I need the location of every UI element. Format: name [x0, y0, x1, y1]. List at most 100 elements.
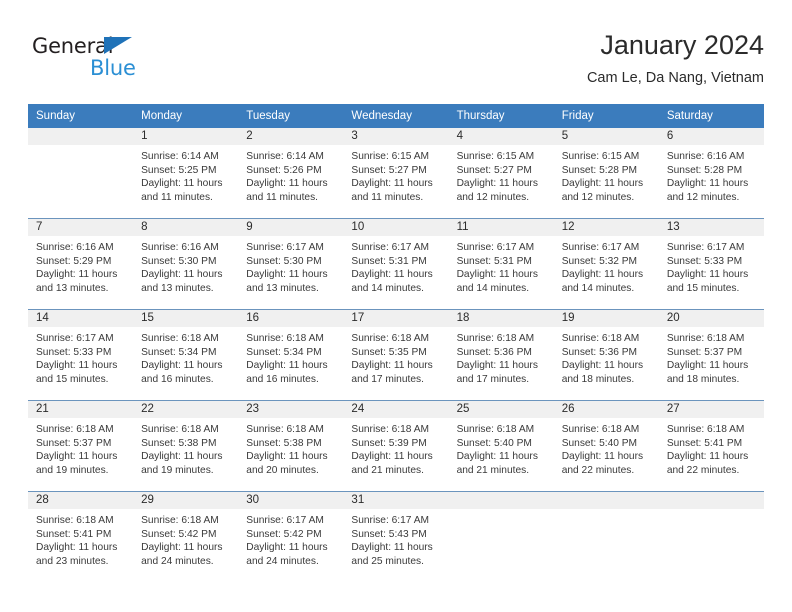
calendar-cell: 5 Sunrise: 6:15 AM Sunset: 5:28 PM Daylight…	[553, 128, 659, 219]
day-number: 1	[133, 128, 239, 145]
day-cell-13[interactable]: 13 Sunrise: 6:17 AM Sunset: 5:33 PM Dayligh…	[658, 219, 764, 309]
sunrise-text: Sunrise: 6:17 AM	[561, 242, 640, 253]
day-details: Sunrise: 6:18 AM Sunset: 5:40 PM Daylight:…	[554, 418, 659, 477]
day-details: Sunrise: 6:14 AM Sunset: 5:26 PM Daylight:…	[238, 145, 343, 204]
daylight-text-line2: and 14 minutes.	[456, 282, 530, 294]
sunrise-text: Sunrise: 6:16 AM	[36, 242, 114, 253]
day-cell-15[interactable]: 15 Sunrise: 6:18 AM Sunset: 5:34 PM Dayligh…	[133, 310, 239, 400]
day-number: 7	[28, 219, 134, 236]
day-details: Sunrise: 6:17 AM Sunset: 5:42 PM Daylight:…	[238, 509, 343, 568]
day-cell-30[interactable]: 30 Sunrise: 6:17 AM Sunset: 5:42 PM Dayligh…	[238, 492, 344, 582]
daylight-text-line2: and 15 minutes.	[36, 373, 109, 385]
daylight-text-line2: and 12 minutes.	[666, 191, 740, 203]
day-cell-22[interactable]: 22 Sunrise: 6:18 AM Sunset: 5:38 PM Dayligh…	[133, 401, 239, 491]
day-cell-18[interactable]: 18 Sunrise: 6:18 AM Sunset: 5:36 PM Dayligh…	[448, 310, 554, 400]
sunrise-text: Sunrise: 6:17 AM	[246, 242, 324, 253]
day-cell-7[interactable]: 7 Sunrise: 6:16 AM Sunset: 5:29 PM Daylight…	[28, 219, 134, 309]
day-cell-4[interactable]: 4 Sunrise: 6:15 AM Sunset: 5:27 PM Daylight…	[448, 128, 554, 218]
day-details: Sunrise: 6:18 AM Sunset: 5:38 PM Daylight:…	[238, 418, 343, 477]
calendar-cell: 11 Sunrise: 6:17 AM Sunset: 5:31 PM Dayligh…	[448, 218, 554, 310]
daylight-text-line2: and 18 minutes.	[561, 373, 635, 385]
day-number: 21	[28, 401, 134, 418]
day-cell-5[interactable]: 5 Sunrise: 6:15 AM Sunset: 5:28 PM Daylight…	[553, 128, 659, 218]
daylight-text-line2: and 21 minutes.	[456, 464, 530, 476]
day-cell-6[interactable]: 6 Sunrise: 6:16 AM Sunset: 5:28 PM Daylight…	[658, 128, 764, 218]
day-details	[449, 509, 554, 514]
day-cell-16[interactable]: 16 Sunrise: 6:18 AM Sunset: 5:34 PM Dayligh…	[238, 310, 344, 400]
daylight-text-line2: and 16 minutes.	[246, 373, 319, 385]
day-cell-19[interactable]: 19 Sunrise: 6:18 AM Sunset: 5:36 PM Dayligh…	[553, 310, 659, 400]
daylight-text-line1: Daylight: 11 hours	[351, 360, 433, 372]
sunset-text: Sunset: 5:42 PM	[246, 528, 322, 540]
day-details: Sunrise: 6:18 AM Sunset: 5:42 PM Daylight:…	[133, 509, 238, 568]
day-cell-29[interactable]: 29 Sunrise: 6:18 AM Sunset: 5:42 PM Dayligh…	[133, 492, 239, 582]
day-number	[553, 492, 659, 509]
day-cell-14[interactable]: 14 Sunrise: 6:17 AM Sunset: 5:33 PM Dayligh…	[28, 310, 134, 400]
daylight-text-line1: Daylight: 11 hours	[141, 451, 223, 463]
calendar-cell: 30 Sunrise: 6:17 AM Sunset: 5:42 PM Dayligh…	[238, 491, 344, 582]
calendar-cell: 27 Sunrise: 6:18 AM Sunset: 5:41 PM Dayligh…	[658, 400, 764, 492]
calendar-body: 1 Sunrise: 6:14 AM Sunset: 5:25 PM Daylight…	[28, 128, 764, 582]
day-number: 15	[133, 310, 239, 327]
day-cell-25[interactable]: 25 Sunrise: 6:18 AM Sunset: 5:40 PM Dayligh…	[448, 401, 554, 491]
daylight-text-line2: and 13 minutes.	[246, 282, 319, 294]
day-cell-21[interactable]: 21 Sunrise: 6:18 AM Sunset: 5:37 PM Dayligh…	[28, 401, 134, 491]
day-cell-8[interactable]: 8 Sunrise: 6:16 AM Sunset: 5:30 PM Daylight…	[133, 219, 239, 309]
sunset-text: Sunset: 5:41 PM	[666, 437, 743, 449]
daylight-text-line2: and 22 minutes.	[666, 464, 740, 476]
calendar-cell: 19 Sunrise: 6:18 AM Sunset: 5:36 PM Dayligh…	[553, 309, 659, 401]
daylight-text-line2: and 24 minutes.	[246, 555, 319, 567]
day-cell-17[interactable]: 17 Sunrise: 6:18 AM Sunset: 5:35 PM Dayligh…	[343, 310, 449, 400]
day-number: 10	[343, 219, 449, 236]
daylight-text-line1: Daylight: 11 hours	[561, 269, 644, 281]
page-title: January 2024	[600, 30, 764, 60]
day-cell-10[interactable]: 10 Sunrise: 6:17 AM Sunset: 5:31 PM Dayligh…	[343, 219, 449, 309]
daylight-text-line2: and 15 minutes.	[666, 282, 740, 294]
day-cell-11[interactable]: 11 Sunrise: 6:17 AM Sunset: 5:31 PM Dayligh…	[448, 219, 554, 309]
calendar-week-row: 7 Sunrise: 6:16 AM Sunset: 5:29 PM Daylight…	[28, 218, 764, 310]
calendar-cell: 7 Sunrise: 6:16 AM Sunset: 5:29 PM Daylight…	[28, 218, 134, 310]
day-cell-3[interactable]: 3 Sunrise: 6:15 AM Sunset: 5:27 PM Daylight…	[343, 128, 449, 218]
day-cell-23[interactable]: 23 Sunrise: 6:18 AM Sunset: 5:38 PM Dayligh…	[238, 401, 344, 491]
daylight-text-line2: and 19 minutes.	[36, 464, 109, 476]
sunset-text: Sunset: 5:39 PM	[351, 437, 427, 449]
calendar-cell: 12 Sunrise: 6:17 AM Sunset: 5:32 PM Dayligh…	[553, 218, 659, 310]
day-number: 23	[238, 401, 344, 418]
weekday-header-wednesday: Wednesday	[343, 104, 449, 128]
day-number: 4	[448, 128, 554, 145]
day-number: 6	[658, 128, 764, 145]
calendar-cell: 21 Sunrise: 6:18 AM Sunset: 5:37 PM Dayligh…	[28, 400, 134, 492]
sunrise-text: Sunrise: 6:17 AM	[36, 333, 114, 344]
title-block: January 2024 Cam Le, Da Nang, Vietnam	[587, 28, 764, 89]
sunrise-text: Sunrise: 6:15 AM	[561, 151, 640, 162]
day-details: Sunrise: 6:15 AM Sunset: 5:27 PM Daylight:…	[343, 145, 448, 204]
sunset-text: Sunset: 5:33 PM	[36, 346, 112, 358]
general-blue-logo[interactable]: General Blue	[32, 34, 162, 86]
calendar-cell: 15 Sunrise: 6:18 AM Sunset: 5:34 PM Dayligh…	[133, 309, 239, 401]
day-cell-12[interactable]: 12 Sunrise: 6:17 AM Sunset: 5:32 PM Dayligh…	[553, 219, 659, 309]
daylight-text-line2: and 17 minutes.	[456, 373, 530, 385]
sunrise-text: Sunrise: 6:14 AM	[141, 151, 219, 162]
calendar-grid: Sunday Monday Tuesday Wednesday Thursday Frid…	[28, 104, 764, 582]
calendar-cell: 22 Sunrise: 6:18 AM Sunset: 5:38 PM Dayligh…	[133, 400, 239, 492]
day-cell-27[interactable]: 27 Sunrise: 6:18 AM Sunset: 5:41 PM Dayligh…	[658, 401, 764, 491]
day-cell-31[interactable]: 31 Sunrise: 6:17 AM Sunset: 5:43 PM Dayligh…	[343, 492, 449, 582]
day-details: Sunrise: 6:18 AM Sunset: 5:39 PM Daylight:…	[343, 418, 448, 477]
day-cell-26[interactable]: 26 Sunrise: 6:18 AM Sunset: 5:40 PM Dayligh…	[553, 401, 659, 491]
calendar-cell: 9 Sunrise: 6:17 AM Sunset: 5:30 PM Daylight…	[238, 218, 344, 310]
day-number: 28	[28, 492, 134, 509]
day-cell-9[interactable]: 9 Sunrise: 6:17 AM Sunset: 5:30 PM Daylight…	[238, 219, 344, 309]
calendar-cell: 29 Sunrise: 6:18 AM Sunset: 5:42 PM Dayligh…	[133, 491, 239, 582]
day-cell-20[interactable]: 20 Sunrise: 6:18 AM Sunset: 5:37 PM Dayligh…	[658, 310, 764, 400]
daylight-text-line1: Daylight: 11 hours	[666, 269, 749, 281]
day-cell-28[interactable]: 28 Sunrise: 6:18 AM Sunset: 5:41 PM Dayligh…	[28, 492, 134, 582]
day-cell-empty	[658, 492, 764, 582]
day-cell-24[interactable]: 24 Sunrise: 6:18 AM Sunset: 5:39 PM Dayligh…	[343, 401, 449, 491]
sunset-text: Sunset: 5:26 PM	[246, 164, 322, 176]
daylight-text-line2: and 12 minutes.	[561, 191, 635, 203]
day-details: Sunrise: 6:18 AM Sunset: 5:38 PM Daylight:…	[133, 418, 238, 477]
day-cell-1[interactable]: 1 Sunrise: 6:14 AM Sunset: 5:25 PM Daylight…	[133, 128, 239, 218]
day-cell-2[interactable]: 2 Sunrise: 6:14 AM Sunset: 5:26 PM Daylight…	[238, 128, 344, 218]
calendar-cell: 28 Sunrise: 6:18 AM Sunset: 5:41 PM Dayligh…	[28, 491, 134, 582]
daylight-text-line1: Daylight: 11 hours	[141, 360, 223, 372]
